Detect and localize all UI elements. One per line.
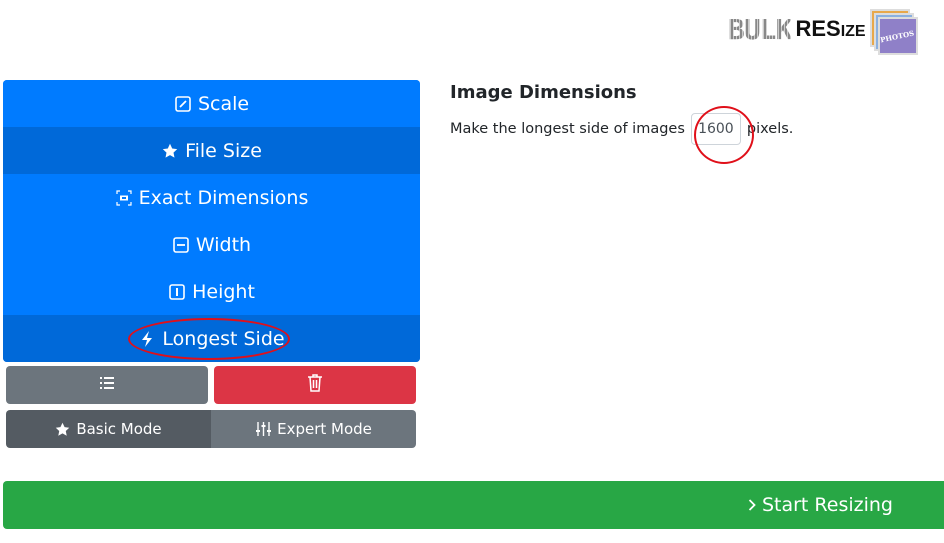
menu-item-file-size[interactable]: File Size <box>3 127 420 174</box>
menu-item-longest-side[interactable]: Longest Side <box>3 315 420 362</box>
trash-icon <box>307 374 323 396</box>
menu-item-height[interactable]: Height <box>3 268 420 315</box>
star-icon <box>161 142 179 160</box>
menu-item-label: File Size <box>185 139 262 162</box>
menu-item-label: Height <box>192 280 255 303</box>
longest-side-input[interactable] <box>690 113 741 145</box>
longest-side-suffix: pixels. <box>746 121 794 137</box>
logo-res: RES <box>795 16 841 41</box>
list-icon <box>99 375 115 395</box>
crop-focus-icon <box>115 189 133 207</box>
photos-stack-icon: PHOTOS <box>869 9 918 55</box>
mode-toggle: Basic Mode Expert Mode <box>6 410 416 448</box>
photos-label: PHOTOS <box>879 28 916 44</box>
longest-side-prefix: Make the longest side of images <box>450 121 685 137</box>
menu-item-scale[interactable]: Scale <box>3 80 420 127</box>
resize-mode-menu: Scale File Size Exact Dimensions Width H… <box>3 80 420 362</box>
list-button[interactable] <box>6 366 208 404</box>
logo-ize: IZE <box>840 23 866 40</box>
lightning-icon <box>138 330 156 348</box>
start-resizing-button[interactable]: Start Resizing <box>3 481 944 529</box>
pencil-square-icon <box>174 95 192 113</box>
dash-square-icon <box>172 236 190 254</box>
menu-item-exact-dimensions[interactable]: Exact Dimensions <box>3 174 420 221</box>
menu-item-label: Scale <box>197 92 250 115</box>
sliders-icon <box>255 421 272 437</box>
expert-mode-label: Expert Mode <box>277 420 372 438</box>
basic-mode-label: Basic Mode <box>76 420 162 438</box>
menu-item-label: Longest Side <box>162 327 285 350</box>
i-square-icon <box>168 283 186 301</box>
chevron-right-icon <box>748 498 756 512</box>
star-icon <box>55 422 70 437</box>
menu-item-label: Exact Dimensions <box>138 186 309 209</box>
logo-bulk-text: BULK <box>728 12 792 46</box>
panel-title: Image Dimensions <box>450 82 637 103</box>
basic-mode-button[interactable]: Basic Mode <box>6 410 211 448</box>
bulk-resize-logo: BULK RESIZE PHOTOS <box>728 8 918 55</box>
delete-button[interactable] <box>214 366 416 404</box>
image-dimensions-panel: Image Dimensions Make the longest side o… <box>450 82 793 145</box>
longest-side-setting: Make the longest side of images pixels. <box>450 113 793 145</box>
menu-item-label: Width <box>195 233 252 256</box>
logo-resize-text: RESIZE <box>795 16 865 42</box>
menu-item-width[interactable]: Width <box>3 221 420 268</box>
expert-mode-button[interactable]: Expert Mode <box>211 410 416 448</box>
start-resizing-label: Start Resizing <box>761 494 893 516</box>
action-buttons <box>6 366 416 404</box>
